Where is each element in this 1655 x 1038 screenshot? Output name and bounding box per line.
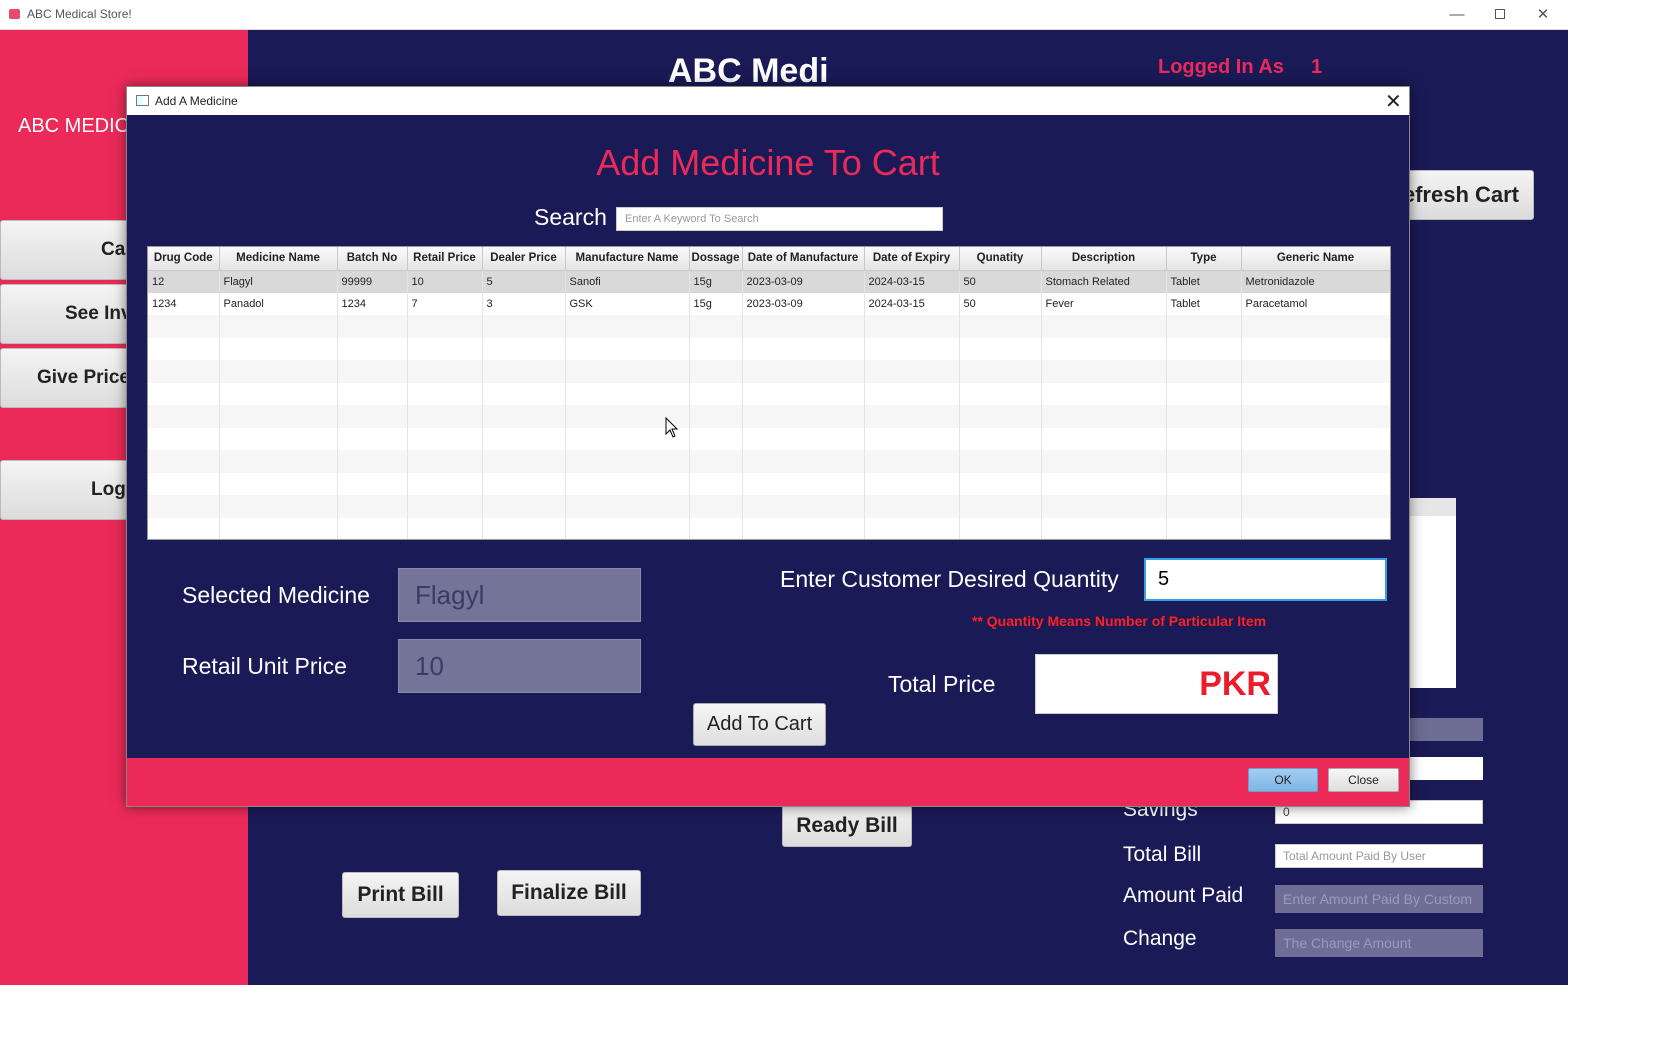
dialog-window-icon bbox=[136, 95, 149, 106]
column-header[interactable]: Qunatity bbox=[959, 247, 1042, 271]
table-header: Drug Code Medicine Name Batch No Retail … bbox=[148, 247, 1390, 271]
ok-button[interactable]: OK bbox=[1248, 768, 1318, 792]
table-row-empty bbox=[148, 427, 1390, 450]
table-row[interactable]: 1234 Panadol 1234 7 3 GSK 15g 2023-03-09… bbox=[148, 292, 1390, 315]
table-cell: 7 bbox=[407, 292, 483, 315]
table-cell: 2023-03-09 bbox=[742, 270, 865, 293]
table-cell: 2024-03-15 bbox=[864, 270, 960, 293]
table-row-empty bbox=[148, 360, 1390, 383]
ready-bill-button[interactable]: Ready Bill bbox=[782, 804, 912, 847]
table-cell: GSK bbox=[565, 292, 690, 315]
table-cell: Sanofi bbox=[565, 270, 690, 293]
table-cell: 1234 bbox=[148, 292, 220, 315]
sidebar-brand: ABC MEDIC bbox=[18, 115, 130, 137]
column-header[interactable]: Drug Code bbox=[148, 247, 220, 271]
dialog-heading: Add Medicine To Cart bbox=[596, 142, 940, 183]
quantity-label: Enter Customer Desired Quantity bbox=[780, 566, 1119, 592]
column-header[interactable]: Dealer Price bbox=[482, 247, 566, 271]
medicine-table: Drug Code Medicine Name Batch No Retail … bbox=[147, 246, 1391, 540]
table-cell: 10 bbox=[407, 270, 483, 293]
column-header[interactable]: Manufacture Name bbox=[565, 247, 690, 271]
add-to-cart-button[interactable]: Add To Cart bbox=[693, 703, 826, 746]
table-cell: 3 bbox=[482, 292, 566, 315]
table-cell: Fever bbox=[1041, 292, 1167, 315]
column-header[interactable]: Description bbox=[1041, 247, 1167, 271]
mouse-cursor-icon bbox=[665, 417, 679, 438]
column-header[interactable]: Retail Price bbox=[407, 247, 483, 271]
close-window-button[interactable]: ✕ bbox=[1523, 4, 1563, 26]
dialog-footer: OK Close bbox=[127, 758, 1409, 806]
column-header[interactable]: Medicine Name bbox=[219, 247, 338, 271]
table-cell: Tablet bbox=[1166, 270, 1242, 293]
table-cell: Metronidazole bbox=[1241, 270, 1390, 293]
total-price-field: PKR bbox=[1035, 654, 1278, 714]
column-header[interactable]: Date of Manufacture bbox=[742, 247, 865, 271]
table-cell: 50 bbox=[959, 270, 1042, 293]
bill-field-edge bbox=[1408, 757, 1483, 780]
app-icon bbox=[9, 9, 20, 19]
table-row-empty bbox=[148, 315, 1390, 338]
table-cell: 12 bbox=[148, 270, 220, 293]
column-header[interactable]: Type bbox=[1166, 247, 1242, 271]
table-row-empty bbox=[148, 495, 1390, 518]
search-input[interactable] bbox=[616, 207, 943, 231]
table-cell: 5 bbox=[482, 270, 566, 293]
window-title: ABC Medical Store! bbox=[27, 7, 132, 21]
search-label: Search bbox=[534, 204, 607, 230]
table-cell: Stomach Related bbox=[1041, 270, 1167, 293]
total-bill-field[interactable]: Total Amount Paid By User bbox=[1275, 844, 1483, 868]
table-row-empty bbox=[148, 337, 1390, 360]
table-row[interactable]: 12 Flagyl 99999 10 5 Sanofi 15g 2023-03-… bbox=[148, 270, 1390, 293]
quantity-input[interactable] bbox=[1144, 558, 1387, 601]
table-cell: 50 bbox=[959, 292, 1042, 315]
selected-medicine-field: Flagyl bbox=[398, 568, 641, 622]
column-header[interactable]: Generic Name bbox=[1241, 247, 1390, 271]
minimize-button[interactable]: — bbox=[1437, 4, 1477, 26]
amount-paid-field[interactable]: Enter Amount Paid By Custom bbox=[1275, 885, 1483, 913]
column-header[interactable]: Dossage bbox=[689, 247, 743, 271]
amount-paid-label: Amount Paid bbox=[1123, 884, 1244, 907]
change-field[interactable]: The Change Amount bbox=[1275, 929, 1483, 957]
logged-in-user-id: 1 bbox=[1311, 56, 1323, 78]
print-bill-button[interactable]: Print Bill bbox=[342, 872, 459, 918]
dialog-title: Add A Medicine bbox=[155, 94, 238, 108]
quantity-note: ** Quantity Means Number of Particular I… bbox=[972, 613, 1267, 629]
table-row-empty bbox=[148, 472, 1390, 495]
total-price-label: Total Price bbox=[888, 671, 996, 697]
table-cell: 15g bbox=[689, 270, 743, 293]
close-button[interactable]: Close bbox=[1328, 768, 1399, 792]
table-cell: 1234 bbox=[337, 292, 408, 315]
bill-field-edge bbox=[1408, 718, 1483, 741]
currency-label: PKR bbox=[1199, 665, 1271, 703]
table-row-empty bbox=[148, 405, 1390, 428]
table-cell: Paracetamol bbox=[1241, 292, 1390, 315]
column-header[interactable]: Date of Expiry bbox=[864, 247, 960, 271]
table-row-empty bbox=[148, 382, 1390, 405]
main-window-titlebar: ABC Medical Store! — ✕ bbox=[0, 0, 1568, 30]
dialog-close-icon[interactable]: ✕ bbox=[1385, 89, 1402, 114]
add-medicine-dialog: Add A Medicine ✕ Add Medicine To Cart Se… bbox=[126, 86, 1410, 807]
selected-medicine-label: Selected Medicine bbox=[182, 582, 370, 608]
table-cell: Tablet bbox=[1166, 292, 1242, 315]
logged-in-label: Logged In As bbox=[1158, 56, 1284, 78]
maximize-button[interactable] bbox=[1480, 4, 1520, 26]
table-row-empty bbox=[148, 517, 1390, 539]
total-bill-label: Total Bill bbox=[1123, 843, 1202, 866]
table-cell: Flagyl bbox=[219, 270, 338, 293]
finalize-bill-button[interactable]: Finalize Bill bbox=[497, 870, 641, 916]
table-cell: 2023-03-09 bbox=[742, 292, 865, 315]
table-cell: 2024-03-15 bbox=[864, 292, 960, 315]
table-row-empty bbox=[148, 450, 1390, 473]
column-header[interactable]: Batch No bbox=[337, 247, 408, 271]
retail-unit-price-field: 10 bbox=[398, 639, 641, 693]
table-cell: Panadol bbox=[219, 292, 338, 315]
retail-unit-price-label: Retail Unit Price bbox=[182, 653, 347, 679]
table-cell: 15g bbox=[689, 292, 743, 315]
change-label: Change bbox=[1123, 927, 1197, 950]
dialog-titlebar: Add A Medicine ✕ bbox=[127, 87, 1409, 115]
table-cell: 99999 bbox=[337, 270, 408, 293]
